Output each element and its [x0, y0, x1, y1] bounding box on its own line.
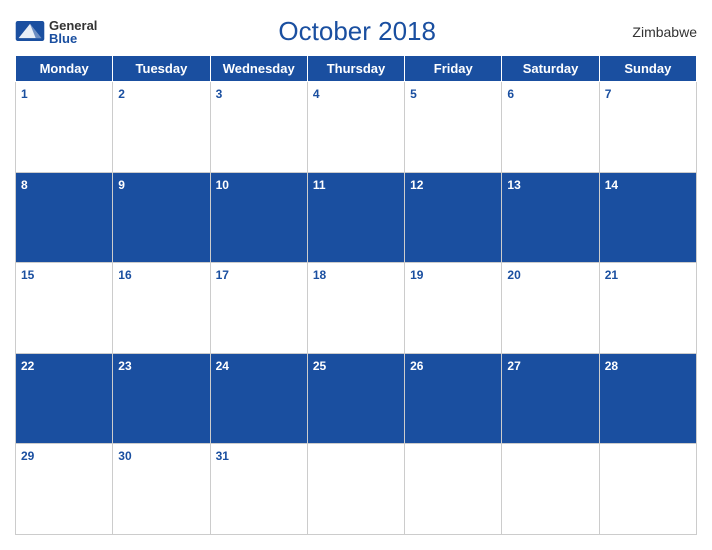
logo: General Blue: [15, 19, 97, 45]
day-number: 27: [507, 359, 520, 373]
calendar-day-cell: 3: [210, 82, 307, 173]
day-number: 28: [605, 359, 618, 373]
day-number: 25: [313, 359, 326, 373]
calendar-day-cell: 23: [113, 353, 210, 444]
calendar-day-cell: 4: [307, 82, 404, 173]
calendar-week-row: 29 30 31: [16, 444, 697, 535]
calendar-day-cell: [502, 444, 599, 535]
calendar-day-cell: 21: [599, 263, 696, 354]
calendar-day-cell: 2: [113, 82, 210, 173]
day-number: 7: [605, 87, 612, 101]
day-number: 30: [118, 449, 131, 463]
calendar-title: October 2018: [97, 16, 617, 47]
calendar-header: General Blue October 2018 Zimbabwe: [15, 10, 697, 55]
calendar-day-cell: 25: [307, 353, 404, 444]
country-label: Zimbabwe: [617, 24, 697, 40]
calendar-day-cell: 27: [502, 353, 599, 444]
calendar-day-cell: 13: [502, 172, 599, 263]
day-number: 18: [313, 268, 326, 282]
day-number: 20: [507, 268, 520, 282]
day-number: 15: [21, 268, 34, 282]
day-number: 12: [410, 178, 423, 192]
day-number: 23: [118, 359, 131, 373]
weekday-header: Tuesday: [113, 56, 210, 82]
day-number: 29: [21, 449, 34, 463]
weekday-header: Monday: [16, 56, 113, 82]
day-number: 3: [216, 87, 223, 101]
day-number: 31: [216, 449, 229, 463]
calendar-day-cell: 14: [599, 172, 696, 263]
calendar-day-cell: 24: [210, 353, 307, 444]
day-number: 9: [118, 178, 125, 192]
calendar-header-row: MondayTuesdayWednesdayThursdayFridaySatu…: [16, 56, 697, 82]
day-number: 10: [216, 178, 229, 192]
day-number: 22: [21, 359, 34, 373]
day-number: 16: [118, 268, 131, 282]
day-number: 2: [118, 87, 125, 101]
calendar-day-cell: 29: [16, 444, 113, 535]
logo-blue-text: Blue: [49, 32, 97, 45]
day-number: 26: [410, 359, 423, 373]
day-number: 14: [605, 178, 618, 192]
day-number: 1: [21, 87, 28, 101]
calendar-week-row: 8 9 10 11 12 13 14: [16, 172, 697, 263]
weekday-header: Friday: [405, 56, 502, 82]
calendar-day-cell: 20: [502, 263, 599, 354]
day-number: 17: [216, 268, 229, 282]
day-number: 6: [507, 87, 514, 101]
calendar-day-cell: 19: [405, 263, 502, 354]
calendar-day-cell: [307, 444, 404, 535]
generalblue-logo-icon: [15, 21, 45, 41]
calendar-day-cell: 15: [16, 263, 113, 354]
calendar-week-row: 1 2 3 4 5 6 7: [16, 82, 697, 173]
day-number: 5: [410, 87, 417, 101]
calendar-day-cell: 22: [16, 353, 113, 444]
calendar-day-cell: 18: [307, 263, 404, 354]
calendar-day-cell: 17: [210, 263, 307, 354]
calendar-day-cell: 31: [210, 444, 307, 535]
calendar-day-cell: 16: [113, 263, 210, 354]
calendar-week-row: 22 23 24 25 26 27 28: [16, 353, 697, 444]
logo-text-block: General Blue: [49, 19, 97, 45]
calendar-day-cell: [405, 444, 502, 535]
calendar-day-cell: 1: [16, 82, 113, 173]
calendar-week-row: 15 16 17 18 19 20 21: [16, 263, 697, 354]
calendar-day-cell: 9: [113, 172, 210, 263]
day-number: 24: [216, 359, 229, 373]
calendar-day-cell: 5: [405, 82, 502, 173]
weekday-header: Saturday: [502, 56, 599, 82]
calendar-day-cell: 7: [599, 82, 696, 173]
calendar-day-cell: [599, 444, 696, 535]
weekday-header: Wednesday: [210, 56, 307, 82]
calendar-table: MondayTuesdayWednesdayThursdayFridaySatu…: [15, 55, 697, 535]
day-number: 19: [410, 268, 423, 282]
calendar-day-cell: 10: [210, 172, 307, 263]
calendar-day-cell: 6: [502, 82, 599, 173]
day-number: 11: [313, 178, 326, 192]
logo-general-text: General: [49, 19, 97, 32]
day-number: 8: [21, 178, 28, 192]
day-number: 13: [507, 178, 520, 192]
day-number: 21: [605, 268, 618, 282]
calendar-day-cell: 12: [405, 172, 502, 263]
weekday-header: Thursday: [307, 56, 404, 82]
weekday-header: Sunday: [599, 56, 696, 82]
calendar-day-cell: 11: [307, 172, 404, 263]
calendar-day-cell: 26: [405, 353, 502, 444]
calendar-day-cell: 8: [16, 172, 113, 263]
day-number: 4: [313, 87, 320, 101]
calendar-day-cell: 30: [113, 444, 210, 535]
calendar-day-cell: 28: [599, 353, 696, 444]
